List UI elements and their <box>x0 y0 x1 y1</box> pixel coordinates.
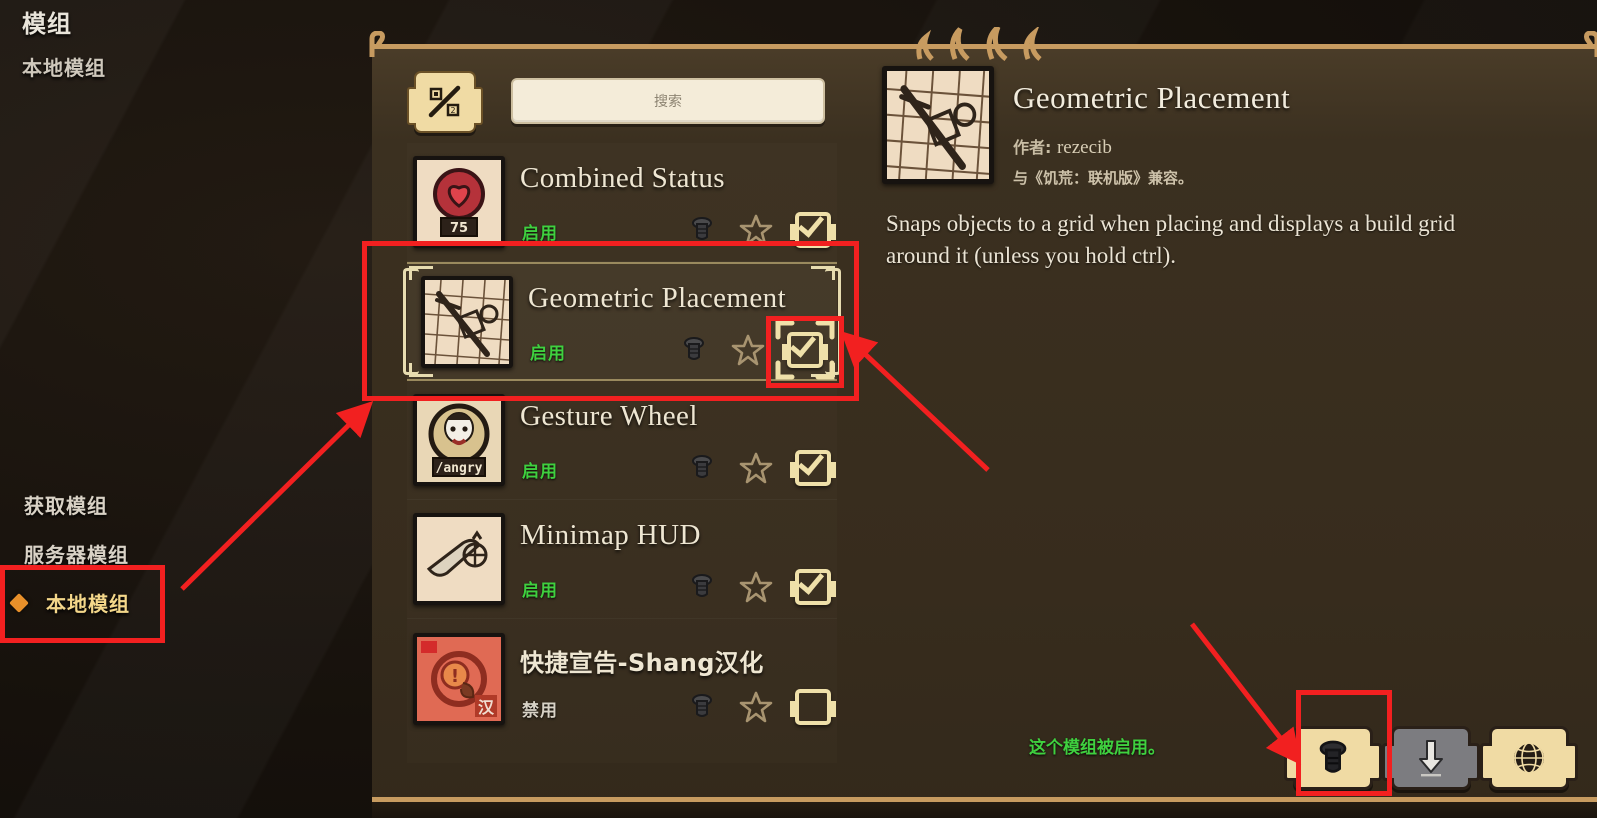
detail-description: Snaps objects to a grid when placing and… <box>886 211 1456 268</box>
detail-author: 作者: rezecib <box>1013 134 1112 159</box>
mod-name: Gesture Wheel <box>520 400 698 432</box>
detail-author-value: rezecib <box>1056 137 1112 158</box>
svg-text:!: ! <box>451 666 459 687</box>
mod-list-item-kuaijie-xuangao[interactable]: ! 汉 快捷宣告-Shang汉化 禁用 <box>407 619 837 738</box>
detail-author-label: 作者: <box>1013 138 1052 157</box>
detail-compatibility: 与《饥荒：联机版》兼容。 <box>1013 169 1194 187</box>
mod-row-body: Combined Status 启用 <box>505 156 837 248</box>
detail-thumbnail <box>882 66 994 184</box>
sidebar: 模组 本地模组 获取模组 服务器模组 本地模组 <box>0 0 372 818</box>
star-icon[interactable] <box>731 333 765 367</box>
mod-status: 启用 <box>522 224 558 244</box>
mod-download-button[interactable] <box>1382 726 1480 790</box>
search-placeholder: 搜索 <box>654 94 682 110</box>
mod-name: Combined Status <box>520 162 725 194</box>
bolt-icon[interactable] <box>687 215 717 245</box>
bottom-button-bar <box>1284 726 1578 790</box>
bolt-config-icon <box>1319 740 1347 773</box>
mod-list[interactable]: 75 Combined Status 启用 Geometric Placemen… <box>403 143 841 763</box>
bolt-icon[interactable] <box>687 572 717 602</box>
sidebar-item-label: 服务器模组 <box>24 543 129 567</box>
download-arrow-icon <box>1419 740 1443 777</box>
mod-thumbnail: 75 <box>413 156 505 248</box>
selection-bracket-left <box>403 268 419 375</box>
sidebar-item-label: 本地模组 <box>46 592 130 616</box>
sort-button[interactable]: 2 <box>407 71 483 133</box>
mod-status: 启用 <box>522 462 558 482</box>
sidebar-item-label: 获取模组 <box>24 494 108 518</box>
check-icon <box>797 448 825 476</box>
focus-frame-icon <box>775 320 835 379</box>
mod-row-body: Minimap HUD 启用 <box>505 513 837 605</box>
search-input[interactable]: 搜索 <box>511 78 825 124</box>
mod-thumbnail: /angry <box>413 394 505 486</box>
star-icon[interactable] <box>739 570 773 604</box>
mod-status: 启用 <box>530 343 566 364</box>
mod-list-item-geometric-placement[interactable]: Geometric Placement 启用 <box>403 262 841 381</box>
bolt-icon[interactable] <box>687 692 717 722</box>
check-icon <box>797 210 825 238</box>
selection-diamond-icon <box>9 592 29 613</box>
star-icon[interactable] <box>739 451 773 485</box>
globe-icon <box>1514 742 1544 774</box>
page-subtitle: 本地模组 <box>22 56 106 80</box>
mod-enable-checkbox[interactable] <box>790 567 836 605</box>
svg-text:2: 2 <box>450 106 455 115</box>
mod-list-item-minimap-hud[interactable]: Minimap HUD 启用 <box>407 500 837 619</box>
mod-row-actions <box>679 320 835 379</box>
mod-list-item-combined-status[interactable]: 75 Combined Status 启用 <box>407 143 837 262</box>
star-icon[interactable] <box>739 213 773 247</box>
svg-text:/angry: /angry <box>436 461 483 476</box>
mod-workshop-button[interactable] <box>1480 726 1578 790</box>
mod-row-actions <box>687 210 836 248</box>
mod-row-body: Geometric Placement 启用 <box>513 276 837 379</box>
mod-status: 禁用 <box>522 700 558 721</box>
mod-enable-checkbox[interactable] <box>790 210 836 248</box>
bolt-icon[interactable] <box>687 453 717 483</box>
mod-status: 启用 <box>522 581 558 601</box>
mod-row-body: 快捷宣告-Shang汉化 禁用 <box>505 633 837 725</box>
mod-name: Geometric Placement <box>528 281 787 314</box>
mod-name: 快捷宣告-Shang汉化 <box>520 648 764 677</box>
star-icon[interactable] <box>739 690 773 724</box>
mod-thumbnail: ! 汉 <box>413 632 505 725</box>
mod-row-actions <box>687 567 836 605</box>
sidebar-nav: 获取模组 服务器模组 本地模组 <box>0 480 372 627</box>
page-title: 模组 <box>22 10 72 38</box>
mod-status-note: 这个模组被启用。 <box>1029 738 1165 758</box>
check-icon <box>797 567 825 595</box>
sort-slash-icon: 2 <box>428 85 461 118</box>
sidebar-item-get-mods[interactable]: 获取模组 <box>0 480 372 529</box>
screen-root: 模组 本地模组 获取模组 服务器模组 本地模组 2 搜索 75 Combined… <box>0 0 1597 818</box>
detail-title: Geometric Placement <box>1013 80 1291 115</box>
panel-bottom-strip <box>372 802 1597 818</box>
mod-thumbnail <box>421 275 513 368</box>
svg-text:75: 75 <box>450 221 468 236</box>
mod-enable-checkbox[interactable] <box>790 448 836 486</box>
sidebar-item-server-mods[interactable]: 服务器模组 <box>0 529 372 578</box>
mod-config-button[interactable] <box>1284 726 1382 790</box>
mod-list-item-gesture-wheel[interactable]: /angry Gesture Wheel 启用 <box>407 381 837 500</box>
svg-text:汉: 汉 <box>478 698 495 717</box>
mod-row-actions <box>687 688 836 725</box>
mod-name: Minimap HUD <box>520 519 701 551</box>
sidebar-item-local-mods[interactable]: 本地模组 <box>0 578 372 627</box>
mod-row-body: Gesture Wheel 启用 <box>505 394 837 486</box>
mod-enable-checkbox[interactable] <box>790 688 836 725</box>
mod-thumbnail <box>413 513 505 605</box>
mod-row-actions <box>687 448 836 486</box>
bolt-icon[interactable] <box>679 335 709 365</box>
